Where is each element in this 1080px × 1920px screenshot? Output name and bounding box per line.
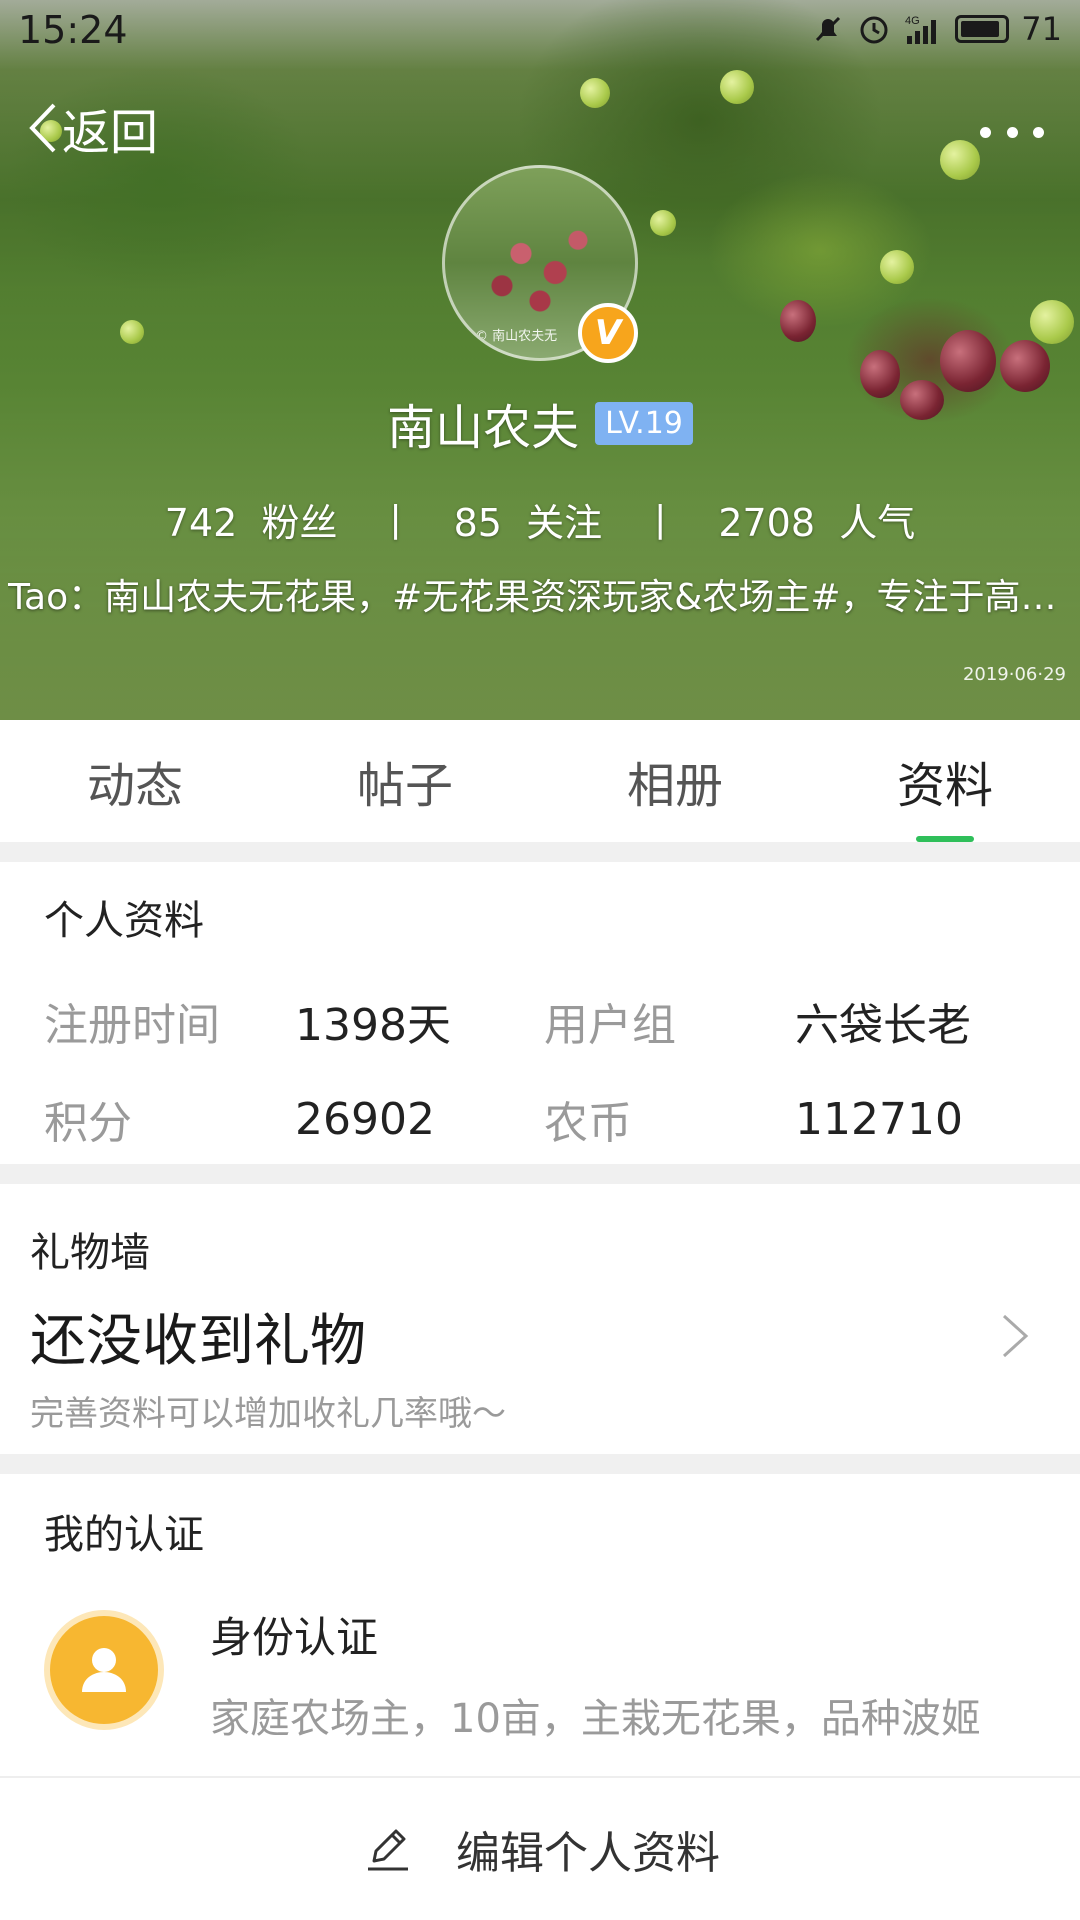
fig-decoration: [580, 78, 610, 108]
fig-decoration: [1000, 340, 1050, 392]
personal-info-grid: 注册时间 1398天 用户组 六袋长老 积分 26902 农币 112710: [44, 972, 1044, 1168]
status-icons: 4G 71: [811, 10, 1062, 48]
back-button[interactable]: 返回: [28, 98, 158, 161]
popularity-stat: 2708 人气: [718, 492, 915, 547]
edit-profile-button[interactable]: 编辑个人资料: [0, 1776, 1080, 1920]
back-label: 返回: [62, 105, 159, 161]
svg-text:4G: 4G: [905, 15, 920, 27]
more-options-button[interactable]: [980, 112, 1044, 152]
fig-decoration: [940, 330, 996, 392]
points-label: 积分: [44, 1098, 132, 1149]
section-divider: [0, 1454, 1080, 1474]
chevron-right-icon: [1002, 1314, 1029, 1358]
gift-wall-section[interactable]: 礼物墙 还没收到礼物 完善资料可以增加收礼几率哦～: [0, 1184, 1080, 1454]
certification-title: 我的认证: [44, 1512, 204, 1558]
tab-album[interactable]: 相册: [540, 720, 810, 842]
user-bio[interactable]: Tao：南山农夫无花果，#无花果资深玩家&农场主#，专注于高…: [8, 568, 1072, 620]
coins-value: 112710: [794, 1093, 963, 1145]
points-value: 26902: [294, 1093, 435, 1145]
dot-icon: [1033, 126, 1044, 138]
status-time: 15:24: [18, 8, 128, 52]
tab-posts[interactable]: 帖子: [270, 720, 540, 842]
mute-bell-icon: [816, 16, 841, 42]
gift-wall-title: 礼物墙: [30, 1230, 150, 1276]
fig-decoration: [120, 320, 144, 344]
fig-decoration: [650, 210, 676, 236]
personal-info-title: 个人资料: [44, 898, 204, 944]
tab-profile-info[interactable]: 资料: [810, 720, 1080, 842]
fig-decoration: [880, 250, 914, 284]
follow-count: 85: [453, 501, 502, 545]
popularity-label: 人气: [839, 501, 916, 545]
certification-name: 身份认证: [210, 1613, 379, 1662]
follow-label: 关注: [526, 501, 603, 545]
fig-decoration: [1030, 300, 1074, 344]
user-group-value: 六袋长老: [794, 1000, 971, 1051]
fig-decoration: [940, 140, 980, 180]
dot-icon: [1006, 126, 1018, 138]
dot-icon: [980, 126, 991, 138]
info-row: 积分 26902 农币 112710: [44, 1070, 1044, 1168]
register-time-value: 1398天: [294, 1000, 451, 1051]
stats-separator: |: [389, 499, 402, 540]
alarm-icon: [860, 16, 888, 44]
popularity-count: 2708: [718, 501, 816, 545]
section-divider: [0, 842, 1080, 862]
fig-decoration: [780, 300, 816, 342]
section-divider: [0, 1164, 1080, 1184]
user-name: 南山农夫: [387, 400, 580, 456]
level-badge: LV.19: [595, 401, 693, 445]
avatar-container[interactable]: © 南山农夫无 V: [442, 165, 638, 363]
info-row: 注册时间 1398天 用户组 六袋长老: [44, 972, 1044, 1070]
verified-badge: V: [578, 303, 638, 363]
status-bar: 15:24 4G 71: [0, 0, 1080, 60]
register-time-label: 注册时间: [44, 1000, 220, 1051]
certification-description: 家庭农场主，10亩，主栽无花果，品种波姬: [210, 1696, 981, 1742]
gift-wall-empty-text: 还没收到礼物: [30, 1309, 366, 1374]
battery-icon: [955, 15, 1010, 43]
fans-stat[interactable]: 742 粉丝: [165, 492, 338, 547]
signal-icon: 4G: [905, 15, 937, 44]
coins-label: 农币: [544, 1098, 632, 1149]
battery-level: 71: [1021, 10, 1062, 48]
personal-info-section: 个人资料 注册时间 1398天 用户组 六袋长老 积分 26902 农币 112…: [0, 862, 1080, 1164]
fans-count: 742: [164, 501, 238, 545]
fig-decoration: [720, 70, 754, 104]
edit-profile-label: 编辑个人资料: [456, 1828, 720, 1879]
person-icon: [82, 1648, 126, 1692]
profile-cover: 15:24 4G 71 返回 © 南山农夫无 V 南山农夫 LV.19 742 …: [0, 0, 1080, 720]
certification-section: 我的认证 身份认证 家庭农场主，10亩，主栽无花果，品种波姬: [0, 1474, 1080, 1776]
photo-date-stamp: 2019·06·29: [962, 664, 1066, 685]
user-name-row: 南山农夫 LV.19: [0, 388, 1080, 458]
follow-stat[interactable]: 85 关注: [454, 492, 603, 547]
pencil-icon: [368, 1829, 408, 1871]
profile-tabs: 动态 帖子 相册 资料: [0, 720, 1080, 842]
gift-wall-hint: 完善资料可以增加收礼几率哦～: [30, 1394, 506, 1434]
fans-label: 粉丝: [261, 501, 338, 545]
stats-separator: |: [654, 499, 667, 540]
stats-row: 742 粉丝 | 85 关注 | 2708 人气: [0, 492, 1080, 547]
tab-activity[interactable]: 动态: [0, 720, 270, 842]
avatar-watermark: © 南山农夫无: [475, 329, 558, 344]
user-group-label: 用户组: [544, 1000, 676, 1051]
identity-cert-icon: [44, 1610, 164, 1730]
chevron-left-icon: [29, 103, 56, 153]
